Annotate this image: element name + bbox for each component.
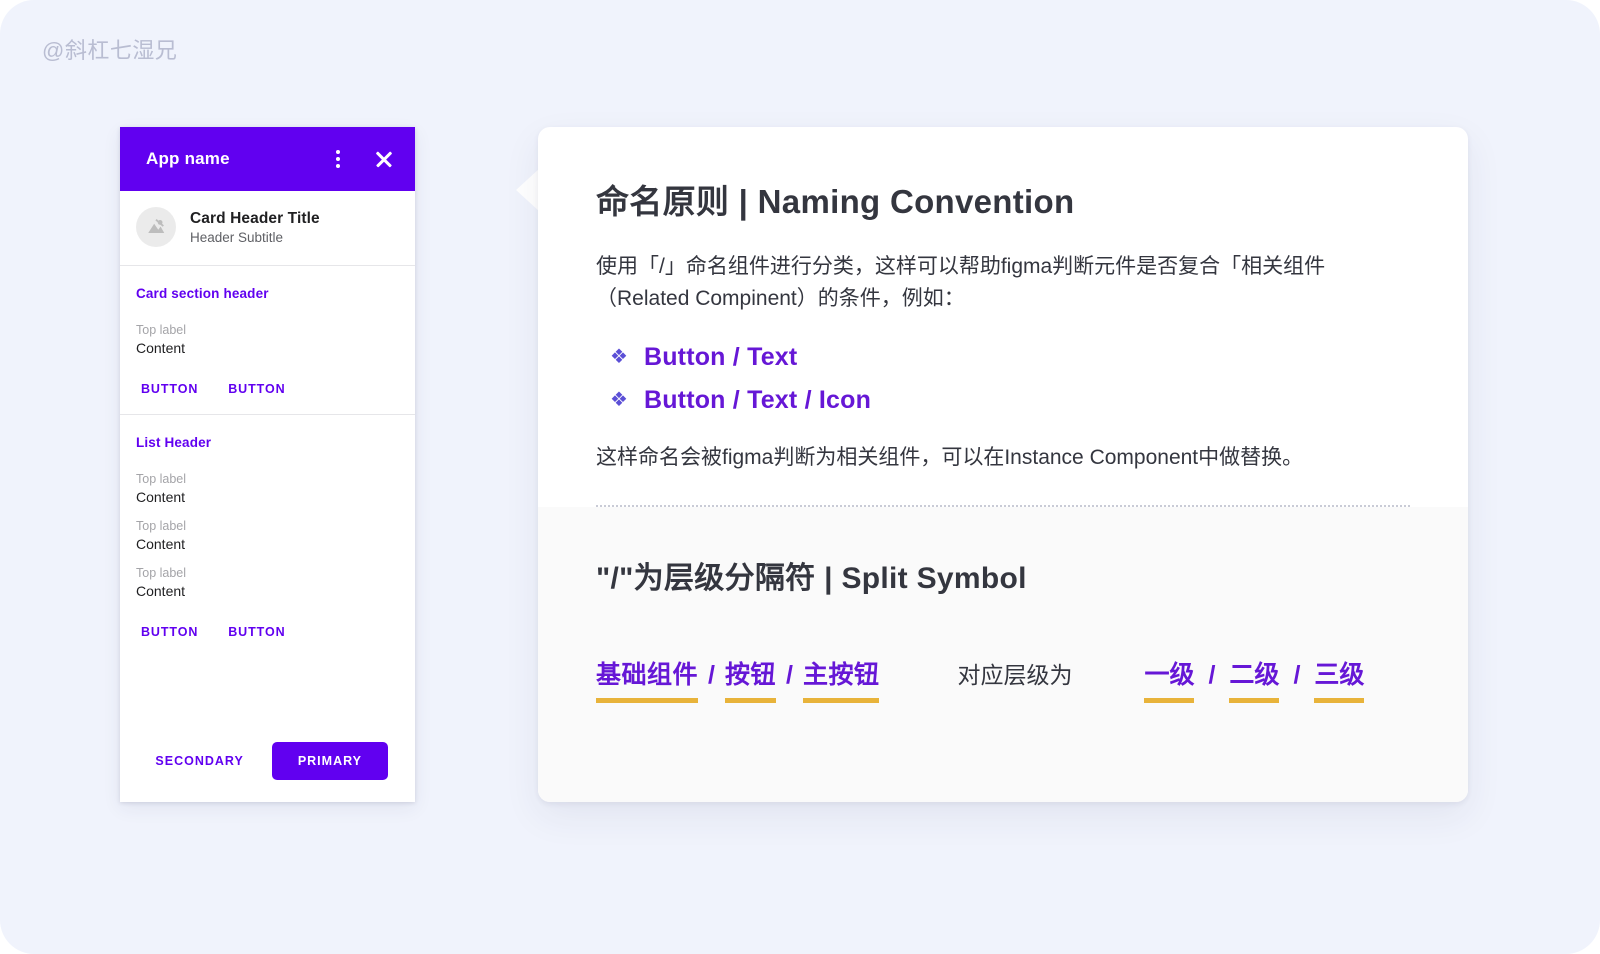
mobile-card: App name Card Header Title Header Subtit… [120,127,415,802]
card-header-title: Card Header Title [190,209,320,227]
section-one-button-2[interactable]: BUTTON [223,378,290,400]
app-bar: App name [120,127,415,191]
close-button[interactable] [369,144,399,174]
card-header-text: Card Header Title Header Subtitle [190,210,320,245]
watermark-text: @斜杠七湿兄 [42,38,178,63]
overflow-menu-button[interactable] [323,144,353,174]
split-symbol-section: "/"为层级分隔符 | Split Symbol 基础组件 / 按钮 / 主按钮… [538,506,1468,802]
app-bar-title: App name [146,149,230,168]
card-section-one: Card section header Top label Content BU… [120,266,415,415]
field-value: Content [136,583,186,599]
field-label: Top label [136,566,187,580]
level-separator: / [1208,660,1216,689]
hierarchy-level-2: 二级 [1229,655,1280,703]
card-section-two: List Header Top label Content Top label … [120,415,415,657]
section-one-button-1[interactable]: BUTTON [136,378,203,400]
more-vertical-icon [336,150,340,168]
component-path-level-2: 按钮 [724,655,776,703]
card-section-two-buttons: BUTTON BUTTON [136,621,399,643]
app-bar-actions [323,144,399,174]
naming-convention-title: 命名原则 | Naming Convention [596,183,1075,220]
panel-pointer-tail [516,168,540,212]
hierarchy-level-3: 三级 [1314,655,1365,703]
secondary-button[interactable]: SECONDARY [145,746,253,776]
primary-button[interactable]: PRIMARY [271,742,388,780]
naming-convention-section: 命名原则 | Naming Convention 使用「/」命名组件进行分类，这… [538,127,1468,507]
page-root: @斜杠七湿兄 App name Card Header Title Header… [0,0,1600,954]
field-label: Top label [136,472,187,486]
naming-example-1: Button / Text [643,342,798,371]
list-item: ❖ Button / Text / Icon [596,386,1410,415]
field-label: Top label [136,519,187,533]
list-item: ❖ Button / Text [596,343,1410,372]
field-row: Top label Content [136,519,399,552]
list-header: List Header [136,435,212,450]
level-separator: / [1293,660,1301,689]
card-header-subtitle: Header Subtitle [190,229,284,245]
field-row: Top label Content [136,566,399,599]
component-path-group: 基础组件 / 按钮 / 主按钮 [596,655,880,703]
field-row: Top label Content [136,472,399,505]
avatar [136,207,176,247]
image-placeholder-icon [148,218,165,233]
naming-convention-closing: 这样命名会被figma判断为相关组件，可以在Instance Component… [596,445,1304,469]
card-spacer [120,657,415,742]
field-row: Top label Content [136,323,399,356]
section-two-button-1[interactable]: BUTTON [136,621,203,643]
field-value: Content [136,489,186,505]
card-header: Card Header Title Header Subtitle [120,191,415,266]
naming-example-2: Button / Text / Icon [643,385,872,414]
section-two-button-2[interactable]: BUTTON [223,621,290,643]
component-path-level-1: 基础组件 [596,655,699,703]
diamond-bullet-icon: ❖ [610,389,628,412]
explanation-panel: 命名原则 | Naming Convention 使用「/」命名组件进行分类，这… [538,127,1468,802]
hierarchy-level-1: 一级 [1144,655,1195,703]
diamond-bullet-icon: ❖ [610,346,628,369]
split-symbol-mapping-row: 基础组件 / 按钮 / 主按钮 对应层级为 一级 / 二级 / 三级 [596,655,1410,703]
naming-convention-paragraph: 使用「/」命名组件进行分类，这样可以帮助figma判断元件是否复合「相关组件（R… [596,255,1326,310]
naming-examples-list: ❖ Button / Text ❖ Button / Text / Icon [596,343,1410,415]
field-label: Top label [136,323,187,337]
card-section-one-buttons: BUTTON BUTTON [136,378,399,400]
path-separator: / [708,660,715,689]
card-section-header: Card section header [136,286,269,301]
field-value: Content [136,536,186,552]
component-path-level-3: 主按钮 [802,655,880,703]
card-footer: SECONDARY PRIMARY [120,742,415,802]
close-icon [374,149,394,169]
mapping-connector-text: 对应层级为 [957,661,1073,688]
hierarchy-levels-group: 一级 / 二级 / 三级 [1144,655,1365,703]
field-value: Content [136,340,186,356]
path-separator: / [785,660,793,689]
split-symbol-title: "/"为层级分隔符 | Split Symbol [596,561,1027,595]
